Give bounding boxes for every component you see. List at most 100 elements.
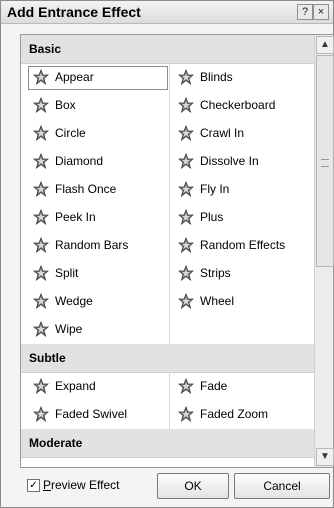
effect-item[interactable]: Wedge: [29, 291, 159, 311]
star-effect-icon: [32, 292, 50, 310]
effect-label: Circle: [55, 126, 86, 140]
star-effect-icon: [177, 124, 195, 142]
effect-item[interactable]: Strips: [174, 263, 304, 283]
category-header: Subtle: [21, 344, 314, 373]
close-button[interactable]: ×: [313, 4, 329, 20]
effect-row: Circle Crawl In: [21, 120, 314, 148]
effect-item[interactable]: Box: [29, 95, 159, 115]
effect-row: Diamond Dissolve In: [21, 148, 314, 176]
category-title: Basic: [29, 42, 62, 56]
title-bar: Add Entrance Effect ? ×: [1, 1, 333, 24]
effect-label: Checkerboard: [200, 98, 276, 112]
effect-grid: Expand Fade Faded Swivel Faded Zoom: [21, 373, 314, 429]
effect-item[interactable]: Checkerboard: [174, 95, 304, 115]
effect-item[interactable]: Peek In: [29, 207, 159, 227]
effect-label: Wipe: [55, 322, 83, 336]
star-effect-icon: [32, 124, 50, 142]
ok-button[interactable]: OK: [157, 473, 229, 499]
effect-label: Fly In: [200, 182, 230, 196]
effect-item[interactable]: Plus: [174, 207, 304, 227]
effect-label: Flash Once: [55, 182, 117, 196]
effect-item[interactable]: Fade: [174, 376, 304, 396]
category-title: Subtle: [29, 351, 66, 365]
effect-row: Expand Fade: [21, 373, 314, 401]
effect-item[interactable]: Appear: [28, 66, 168, 90]
effect-label: Wheel: [200, 294, 235, 308]
star-effect-icon: [177, 405, 195, 423]
dialog-footer: ✓ Preview Effect OK Cancel: [1, 467, 333, 507]
effect-item[interactable]: Random Effects: [174, 235, 304, 255]
effect-item[interactable]: Wheel: [174, 291, 304, 311]
effect-row: Box Checkerboard: [21, 92, 314, 120]
effect-row: Peek In Plus: [21, 204, 314, 232]
star-effect-icon: [32, 152, 50, 170]
effect-item[interactable]: Random Bars: [29, 235, 159, 255]
scroll-up-button[interactable]: ▲: [316, 36, 334, 54]
effect-item[interactable]: Expand: [29, 376, 159, 396]
effect-item[interactable]: Wipe: [29, 319, 159, 339]
effect-label: Plus: [200, 210, 224, 224]
effect-item[interactable]: Circle: [29, 123, 159, 143]
vertical-scrollbar[interactable]: ▲ ▼: [314, 35, 334, 467]
scroll-grip-icon: [321, 159, 329, 167]
effect-item[interactable]: Fly In: [174, 179, 304, 199]
star-effect-icon: [177, 292, 195, 310]
star-effect-icon: [177, 96, 195, 114]
category-header: Moderate: [21, 429, 314, 458]
effect-row: Faded Swivel Faded Zoom: [21, 401, 314, 429]
effect-item[interactable]: Diamond: [29, 151, 159, 171]
effect-label: Dissolve In: [200, 154, 259, 168]
category-header: Basic: [21, 35, 314, 64]
preview-label-text: review Effect: [51, 478, 120, 492]
effect-item[interactable]: Flash Once: [29, 179, 159, 199]
preview-effect-label[interactable]: Preview Effect: [43, 478, 120, 492]
star-effect-icon: [177, 180, 195, 198]
star-effect-icon: [177, 68, 195, 86]
effect-label: Expand: [55, 379, 96, 393]
effect-item[interactable]: Faded Swivel: [29, 404, 159, 424]
effect-item[interactable]: Split: [29, 263, 159, 283]
star-effect-icon: [32, 405, 50, 423]
cancel-button[interactable]: Cancel: [234, 473, 330, 499]
star-effect-icon: [177, 208, 195, 226]
star-effect-icon: [32, 68, 50, 86]
star-effect-icon: [177, 264, 195, 282]
effect-grid: Appear Blinds Box Checkerboard Circle Crawl I…: [21, 64, 314, 344]
effect-list: Basic Appear Blinds Box Checkerboard Circle Cr…: [21, 35, 314, 467]
star-effect-icon: [32, 180, 50, 198]
effect-item[interactable]: Crawl In: [174, 123, 304, 143]
effect-label: Random Bars: [55, 238, 129, 252]
effect-row: Split Strips: [21, 260, 314, 288]
effect-list-frame: Basic Appear Blinds Box Checkerboard Circle Cr…: [20, 34, 334, 468]
effect-label: Crawl In: [200, 126, 245, 140]
effect-item[interactable]: Blinds: [174, 67, 304, 87]
star-effect-icon: [177, 236, 195, 254]
star-effect-icon: [177, 377, 195, 395]
effect-label: Blinds: [200, 70, 233, 84]
effect-item[interactable]: Dissolve In: [174, 151, 304, 171]
help-button[interactable]: ?: [297, 4, 313, 20]
effect-label: Split: [55, 266, 79, 280]
add-entrance-effect-dialog: Add Entrance Effect ? × Basic Appear Blind…: [0, 0, 334, 508]
star-effect-icon: [32, 208, 50, 226]
star-effect-icon: [32, 96, 50, 114]
dialog-title: Add Entrance Effect: [7, 4, 141, 20]
star-effect-icon: [177, 152, 195, 170]
effect-label: Fade: [200, 379, 228, 393]
scroll-down-button[interactable]: ▼: [316, 448, 334, 466]
effect-label: Box: [55, 98, 76, 112]
star-effect-icon: [32, 236, 50, 254]
effect-label: Wedge: [55, 294, 93, 308]
star-effect-icon: [32, 264, 50, 282]
effect-item[interactable]: Faded Zoom: [174, 404, 304, 424]
effect-row: Wipe: [21, 316, 314, 344]
preview-effect-checkbox[interactable]: ✓: [27, 479, 40, 492]
effect-label: Strips: [200, 266, 231, 280]
effect-label: Random Effects: [200, 238, 286, 252]
star-effect-icon: [32, 377, 50, 395]
effect-label: Faded Zoom: [200, 407, 269, 421]
star-effect-icon: [32, 320, 50, 338]
category-title: Moderate: [29, 436, 83, 450]
effect-row: Appear Blinds: [21, 64, 314, 92]
scroll-thumb[interactable]: [316, 55, 334, 267]
